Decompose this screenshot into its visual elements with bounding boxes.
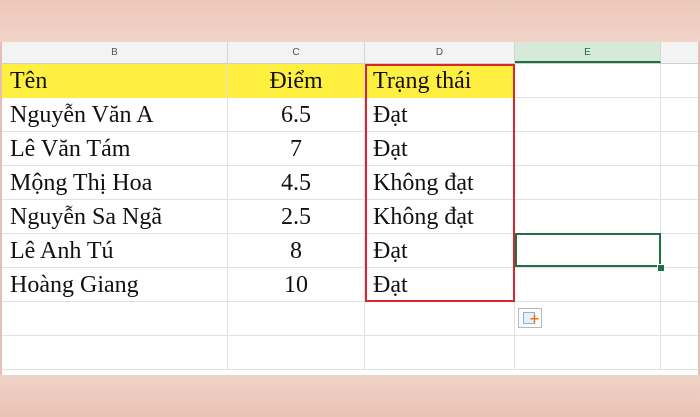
cell-status[interactable]: Đạt: [365, 132, 515, 166]
quick-analysis-button[interactable]: +: [518, 308, 542, 328]
background-frame-top: [0, 0, 700, 42]
column-header-f[interactable]: [661, 42, 698, 63]
cell-name[interactable]: Lê Anh Tú: [2, 234, 228, 268]
column-header-e[interactable]: E: [515, 42, 661, 63]
cell-status[interactable]: Không đạt: [365, 200, 515, 234]
cell[interactable]: [365, 302, 515, 336]
cell-score[interactable]: 7: [228, 132, 365, 166]
cell-name[interactable]: Mộng Thị Hoa: [2, 166, 228, 200]
empty-row: [2, 336, 698, 370]
header-cell-name[interactable]: Tên: [2, 64, 228, 98]
table-row: Lê Văn Tám 7 Đạt: [2, 132, 698, 166]
table-row: Mộng Thị Hoa 4.5 Không đạt: [2, 166, 698, 200]
cell-score[interactable]: 2.5: [228, 200, 365, 234]
selected-cell-e7[interactable]: [515, 233, 661, 267]
cell-status[interactable]: Không đạt: [365, 166, 515, 200]
cell-score[interactable]: 6.5: [228, 98, 365, 132]
header-cell-score[interactable]: Điểm: [228, 64, 365, 98]
cell[interactable]: [515, 200, 661, 234]
table-row: Nguyễn Văn A 6.5 Đạt: [2, 98, 698, 132]
header-cell-status[interactable]: Trạng thái: [365, 64, 515, 98]
cell-status[interactable]: Đạt: [365, 268, 515, 302]
cell-name[interactable]: Lê Văn Tám: [2, 132, 228, 166]
cell[interactable]: [228, 336, 365, 370]
cell[interactable]: [515, 64, 661, 98]
cell[interactable]: [515, 132, 661, 166]
column-header-row: B C D E: [2, 42, 698, 64]
cell-score[interactable]: 4.5: [228, 166, 365, 200]
cell-name[interactable]: Nguyễn Sa Ngã: [2, 200, 228, 234]
table-row: Hoàng Giang 10 Đạt: [2, 268, 698, 302]
column-header-d[interactable]: D: [365, 42, 515, 63]
cell[interactable]: [365, 336, 515, 370]
cell[interactable]: [515, 268, 661, 302]
fill-handle[interactable]: [657, 264, 665, 272]
column-header-c[interactable]: C: [228, 42, 365, 63]
table-header-row: Tên Điểm Trạng thái: [2, 64, 698, 98]
cell-name[interactable]: Hoàng Giang: [2, 268, 228, 302]
cell[interactable]: [515, 166, 661, 200]
column-header-b[interactable]: B: [2, 42, 228, 63]
plus-icon: +: [529, 312, 540, 327]
empty-row: [2, 302, 698, 336]
cell[interactable]: [515, 336, 661, 370]
cell-score[interactable]: 8: [228, 234, 365, 268]
spreadsheet-grid[interactable]: B C D E Tên Điểm Trạng thái Nguyễn Văn A…: [2, 42, 698, 375]
cell-status[interactable]: Đạt: [365, 234, 515, 268]
cell-name[interactable]: Nguyễn Văn A: [2, 98, 228, 132]
cell[interactable]: [228, 302, 365, 336]
cell[interactable]: [2, 302, 228, 336]
background-frame-bottom: [0, 375, 700, 417]
cell[interactable]: [515, 98, 661, 132]
cell-status[interactable]: Đạt: [365, 98, 515, 132]
table-row: Nguyễn Sa Ngã 2.5 Không đạt: [2, 200, 698, 234]
cell-score[interactable]: 10: [228, 268, 365, 302]
cell[interactable]: [2, 336, 228, 370]
